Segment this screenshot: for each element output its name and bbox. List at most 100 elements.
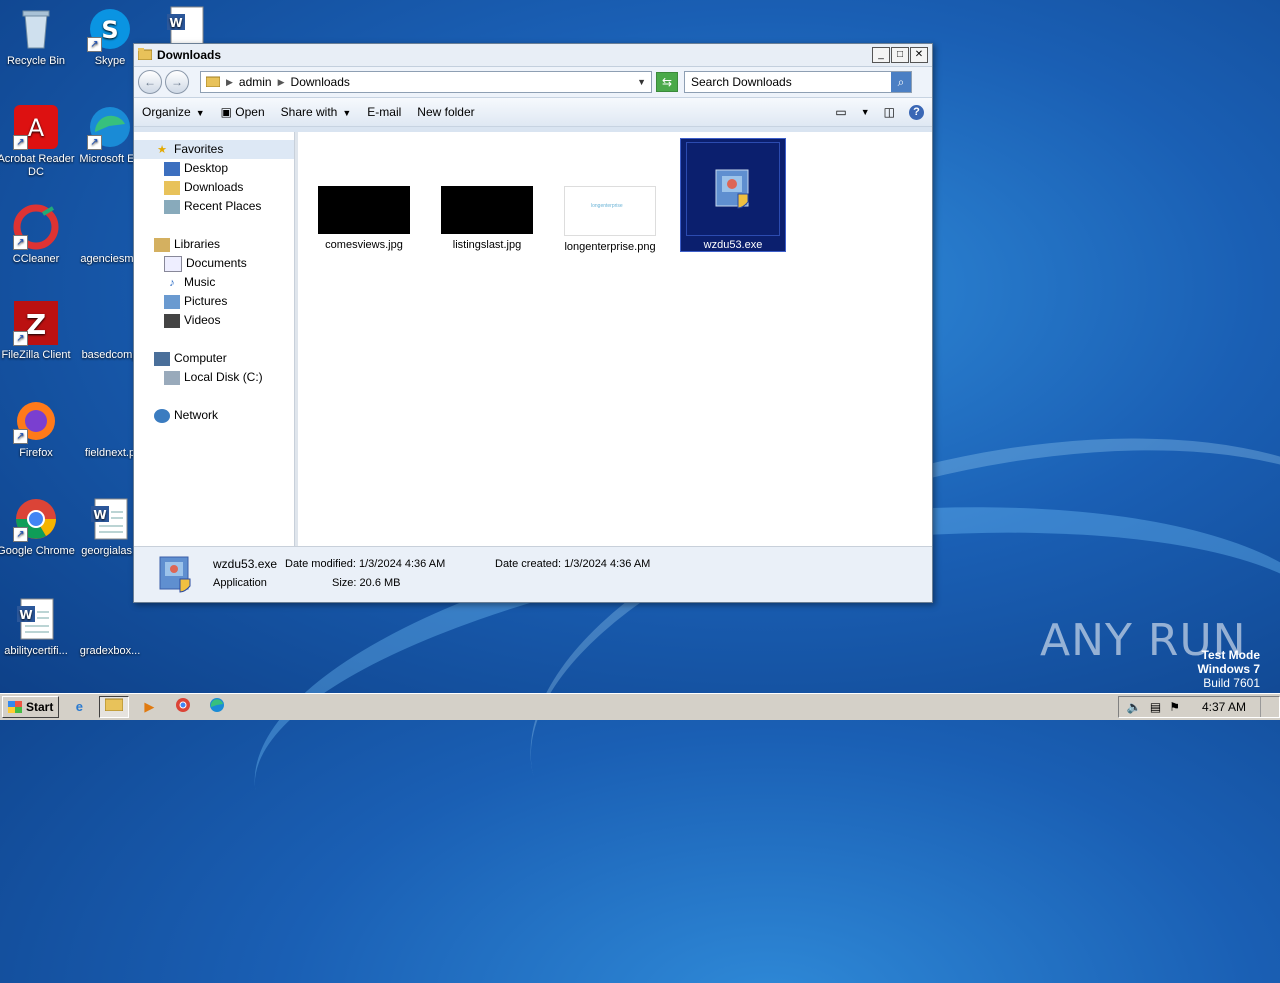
nav-item-libraries[interactable]: Libraries <box>134 235 294 254</box>
svg-text:A: A <box>28 114 45 142</box>
details-file-type: Application <box>213 577 267 589</box>
action-center-flag-icon[interactable]: ⚑ <box>1169 700 1180 714</box>
desktop-icon-firefox[interactable]: ↗ Firefox <box>0 398 76 460</box>
refresh-button[interactable]: ⇆ <box>656 72 678 92</box>
search-placeholder: Search Downloads <box>691 75 792 89</box>
libraries-icon <box>154 237 170 252</box>
desktop-icon-file[interactable]: gradexbox... <box>70 596 150 658</box>
chevron-down-icon[interactable]: ▼ <box>861 107 870 117</box>
image-thumbnail <box>441 186 533 234</box>
shortcut-arrow-icon: ↗ <box>13 135 28 150</box>
desktop-icon-filezilla[interactable]: Z ↗ FileZilla Client <box>0 300 76 362</box>
desktop-icon-label: Acrobat Reader DC <box>0 153 75 178</box>
show-desktop-button[interactable] <box>1260 697 1271 717</box>
computer-icon <box>154 351 170 366</box>
media-player-icon[interactable]: ▶ <box>135 697 163 717</box>
recycle-bin-icon <box>13 6 59 52</box>
title-bar[interactable]: Downloads _ □ ✕ <box>134 44 932 67</box>
pictures-icon <box>164 294 180 309</box>
desktop-icon-label: abilitycertifi... <box>4 645 68 657</box>
svg-text:W: W <box>169 16 182 30</box>
nav-item-desktop[interactable]: Desktop <box>134 159 294 178</box>
nav-item-music[interactable]: ♪ Music <box>134 273 294 292</box>
nav-item-network[interactable]: Network <box>134 406 294 425</box>
explorer-taskbar-icon[interactable] <box>99 696 130 718</box>
file-item[interactable]: longenterprise longenterprise.png <box>558 186 662 253</box>
videos-icon <box>164 313 180 328</box>
desktop-icon-label: Google Chrome <box>0 545 75 557</box>
share-with-button[interactable]: Share with ▼ <box>281 105 352 119</box>
file-list[interactable]: comesviews.jpg listingslast.jpg longente… <box>295 132 932 546</box>
explorer-window[interactable]: Downloads _ □ ✕ ← → ▶ admin ▶ Downloads … <box>133 43 933 603</box>
winzip-driver-updater-icon <box>154 553 198 595</box>
breadcrumb-separator-icon[interactable]: ▶ <box>226 77 233 88</box>
view-options-icon[interactable]: ▭ <box>835 105 846 119</box>
desktop-icon-word-doc[interactable]: W abilitycertifi... <box>0 596 76 658</box>
file-item-selected[interactable]: wzdu53.exe <box>680 138 786 252</box>
shortcut-arrow-icon: ↗ <box>13 235 28 250</box>
filezilla-icon: Z ↗ <box>13 300 59 346</box>
details-pane: wzdu53.exe Application Date modified: 1/… <box>134 546 932 602</box>
file-item[interactable]: listingslast.jpg <box>435 186 539 251</box>
back-button[interactable]: ← <box>138 70 162 94</box>
skype-icon: S ↗ <box>87 6 133 52</box>
internet-explorer-icon[interactable]: e <box>65 697 93 717</box>
preview-pane-icon[interactable]: ◫ <box>884 105 895 119</box>
nav-item-computer[interactable]: Computer <box>134 349 294 368</box>
desktop-icon-recycle-bin[interactable]: Recycle Bin <box>0 6 76 68</box>
clock[interactable]: 4:37 AM <box>1202 700 1246 714</box>
nav-item-local-disk[interactable]: Local Disk (C:) <box>134 368 294 387</box>
nav-item-pictures[interactable]: Pictures <box>134 292 294 311</box>
organize-button[interactable]: Organize ▼ <box>142 105 205 119</box>
file-item[interactable]: comesviews.jpg <box>312 186 416 251</box>
chrome-icon[interactable] <box>169 697 197 717</box>
desktop-icon-chrome[interactable]: ↗ Google Chrome <box>0 496 76 558</box>
nav-item-videos[interactable]: Videos <box>134 311 294 330</box>
network-tray-icon[interactable]: ▤ <box>1150 700 1161 714</box>
file-name: listingslast.jpg <box>452 239 522 251</box>
window-title: Downloads <box>157 48 222 62</box>
desktop-icon-label: Recycle Bin <box>6 55 66 67</box>
desktop-icon-ccleaner[interactable]: ↗ CCleaner <box>0 204 76 266</box>
email-button[interactable]: E-mail <box>367 105 401 119</box>
open-button[interactable]: ▣ Open <box>221 105 265 119</box>
desktop-icon-label: FileZilla Client <box>1 349 71 361</box>
start-button[interactable]: Start <box>2 696 60 718</box>
local-disk-icon <box>164 370 180 385</box>
new-folder-button[interactable]: New folder <box>417 105 474 119</box>
search-input[interactable]: Search Downloads ⌕ <box>684 71 912 93</box>
maximize-button[interactable]: □ <box>891 47 909 63</box>
edge-icon[interactable] <box>203 697 231 717</box>
star-icon: ★ <box>157 143 167 156</box>
file-name: wzdu53.exe <box>703 239 763 251</box>
desktop-icon-acrobat[interactable]: A ↗ Acrobat Reader DC <box>0 104 76 179</box>
search-icon[interactable]: ⌕ <box>891 72 911 92</box>
recent-places-icon <box>164 199 180 214</box>
details-date-modified: Date modified: 1/3/2024 4:36 AM <box>285 558 446 570</box>
help-icon[interactable]: ? <box>909 104 924 120</box>
breadcrumb-downloads[interactable]: Downloads <box>291 75 350 89</box>
network-icon <box>154 408 170 423</box>
nav-item-recent-places[interactable]: Recent Places <box>134 197 294 216</box>
details-file-name: wzdu53.exe <box>213 557 278 571</box>
nav-item-downloads[interactable]: Downloads <box>134 178 294 197</box>
desktop-icon <box>164 161 180 176</box>
breadcrumb-separator-icon[interactable]: ▶ <box>278 77 285 88</box>
winzip-driver-updater-icon <box>686 142 780 236</box>
acrobat-icon: A ↗ <box>13 104 59 150</box>
svg-text:W: W <box>19 608 32 622</box>
forward-button[interactable]: → <box>165 70 189 94</box>
breadcrumb-admin[interactable]: admin <box>239 75 272 89</box>
address-bar[interactable]: ▶ admin ▶ Downloads ▼ <box>200 71 652 93</box>
file-name: longenterprise.png <box>564 241 656 253</box>
close-button[interactable]: ✕ <box>910 47 928 63</box>
chevron-down-icon[interactable]: ▼ <box>637 77 646 87</box>
minimize-button[interactable]: _ <box>872 47 890 63</box>
firefox-icon: ↗ <box>13 398 59 444</box>
svg-text:S: S <box>101 16 118 44</box>
navigation-pane: ★ Favorites Desktop Downloads Recent Plac… <box>134 132 295 546</box>
nav-item-documents[interactable]: Documents <box>134 254 294 273</box>
desktop-icon-label: Firefox <box>19 447 53 459</box>
volume-icon[interactable]: 🔈 <box>1127 700 1142 714</box>
nav-item-favorites[interactable]: ★ Favorites <box>134 140 294 159</box>
